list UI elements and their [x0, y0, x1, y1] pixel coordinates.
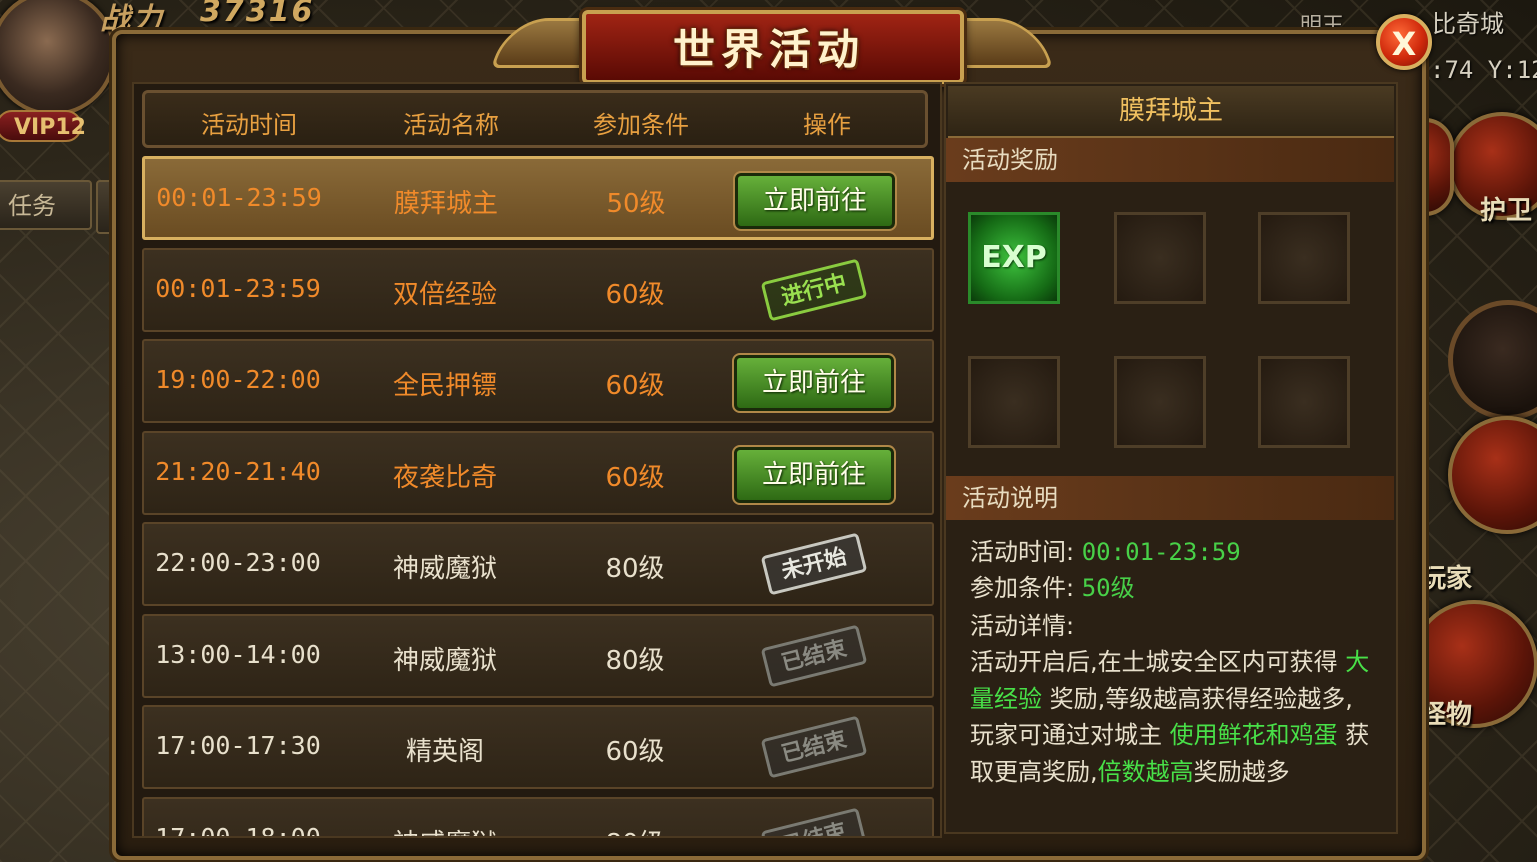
task-tab[interactable]: 任务 — [0, 180, 92, 230]
activity-row[interactable]: 17:00-18:00 神威魔狱80级 已结束 — [142, 796, 934, 838]
activity-time: 13:00-14:00 — [155, 639, 321, 669]
activity-time: 17:00-17:30 — [155, 731, 321, 760]
activity-condition: 80级 — [605, 554, 665, 584]
activity-row[interactable]: 19:00-22:00 全民押镖 60级 立即前往 — [142, 339, 934, 423]
header-name: 活动名称 — [403, 111, 499, 139]
guard-label: 护卫 — [1480, 196, 1533, 226]
activity-condition: 80级 — [605, 645, 665, 676]
reward-slot[interactable] — [1114, 356, 1206, 448]
reward-slot[interactable] — [1258, 212, 1350, 304]
reward-section-header: 活动奖励 — [946, 138, 1394, 182]
table-header: 活动时间 活动名称 参加条件 操作 — [142, 90, 928, 148]
map-name: 比奇城 — [1432, 10, 1504, 38]
panel-title: 世界活动 — [672, 25, 865, 74]
activity-row[interactable]: 21:20-21:40 夜袭比奇 60级 立即前往 — [142, 430, 934, 515]
activity-row[interactable]: 17:00-17:30 精英阁 60级 已结束 — [142, 705, 934, 789]
map-coordinates: :74 Y:12 — [1430, 56, 1537, 84]
info-condition: 参加条件: 50级 — [970, 568, 1135, 603]
vip-badge[interactable]: VIP12 — [0, 110, 86, 142]
status-stamp-ended: 已结束 — [760, 715, 868, 779]
go-now-button[interactable]: 立即前往 — [733, 171, 897, 231]
info-time: 活动时间: 00:01-23:59 — [970, 532, 1241, 567]
activity-condition: 50级 — [606, 189, 666, 219]
description-highlight: 倍数越高 — [1097, 757, 1194, 786]
activity-condition: 60级 — [605, 462, 665, 493]
description-text: 奖励越多 — [1193, 757, 1290, 786]
reward-slot[interactable] — [1258, 356, 1350, 448]
activity-row[interactable]: 22:00-23:00 神威魔狱 80级 未开始 — [142, 522, 934, 606]
activity-condition: 60级 — [605, 279, 665, 310]
activity-name: 膜拜城主 — [393, 189, 498, 219]
info-time-label: 活动时间: — [970, 538, 1075, 566]
status-stamp-ended: 已结束 — [760, 806, 868, 836]
monster-label: 怪物 — [1420, 700, 1473, 730]
header-action: 操作 — [803, 111, 851, 139]
description-text: 活动开启后,在土城安全区内可获得 — [970, 648, 1346, 676]
activity-name: 神威魔狱 — [392, 645, 497, 676]
close-button[interactable]: X — [1376, 14, 1432, 70]
info-condition-value: 50级 — [1081, 574, 1135, 602]
header-condition: 参加条件 — [593, 111, 689, 139]
header-time: 活动时间 — [201, 111, 297, 139]
activity-condition: 80级 — [540, 823, 730, 837]
activity-condition: 60级 — [605, 737, 665, 767]
activity-description: 活动开启后,在土城安全区内可获得 大量经验 奖励,等级越高获得经验越多,玩家可通… — [970, 644, 1370, 790]
description-section-header: 活动说明 — [946, 476, 1394, 520]
activity-name: 神威魔狱 — [350, 823, 540, 837]
activity-time: 17:00-18:00 — [155, 822, 321, 838]
activity-row[interactable]: 00:01-23:59 双倍经验 60级 进行中 — [142, 247, 934, 332]
detail-title: 膜拜城主 — [948, 86, 1394, 138]
power-value: 37316 — [200, 0, 315, 29]
activity-name: 精英阁 — [405, 737, 484, 767]
activity-time: 00:01-23:59 — [156, 183, 322, 212]
activity-row[interactable]: 00:01-23:59 膜拜城主 50级 立即前往 — [142, 156, 934, 240]
activity-table: 活动时间 活动名称 参加条件 操作 00:01-23:59 膜拜城主 50级 立即前往… — [132, 82, 942, 838]
activity-name: 夜袭比奇 — [392, 462, 497, 493]
description-highlight: 使用鲜花和鸡蛋 — [1169, 721, 1338, 749]
activity-name: 双倍经验 — [392, 279, 497, 310]
activity-row[interactable]: 13:00-14:00 神威魔狱 80级 已结束 — [142, 613, 934, 698]
activity-time: 22:00-23:00 — [155, 548, 321, 577]
activity-time: 00:01-23:59 — [155, 273, 321, 303]
activity-detail-panel: 膜拜城主 活动奖励 EXP 活动说明 活动时间: 00:01-23:59 参加条… — [944, 82, 1398, 834]
reward-slot[interactable] — [1114, 212, 1206, 304]
go-now-button[interactable]: 立即前往 — [732, 444, 896, 505]
info-condition-label: 参加条件: — [970, 574, 1075, 602]
status-stamp-pending: 未开始 — [760, 532, 868, 596]
info-detail-label: 活动详情: — [970, 612, 1075, 640]
go-now-button[interactable]: 立即前往 — [732, 353, 896, 413]
activity-condition: 60级 — [605, 371, 665, 401]
reward-slot[interactable] — [968, 356, 1060, 448]
status-stamp-ended: 已结束 — [760, 623, 868, 688]
info-time-value: 00:01-23:59 — [1081, 538, 1241, 566]
activity-time: 21:20-21:40 — [155, 456, 321, 486]
player-label: 玩家 — [1420, 564, 1473, 594]
activity-time: 19:00-22:00 — [155, 365, 321, 394]
reward-slot-exp[interactable]: EXP — [968, 212, 1060, 304]
activity-name: 神威魔狱 — [392, 554, 497, 584]
activity-name: 全民押镖 — [392, 371, 497, 401]
status-stamp-active: 进行中 — [760, 257, 868, 322]
